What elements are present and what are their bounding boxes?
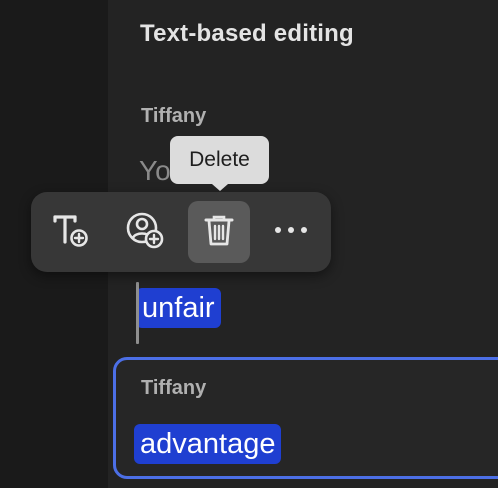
delete-button[interactable] bbox=[188, 201, 250, 263]
delete-tooltip: Delete bbox=[170, 136, 269, 184]
speaker-name[interactable]: Tiffany bbox=[141, 377, 206, 400]
more-options-button[interactable] bbox=[260, 201, 322, 263]
selected-word[interactable]: unfair bbox=[136, 288, 221, 328]
add-text-icon bbox=[51, 210, 91, 255]
text-cursor bbox=[136, 282, 139, 344]
transcript-text[interactable]: Yo bbox=[139, 155, 171, 187]
add-speaker-button[interactable] bbox=[114, 201, 176, 263]
add-text-button[interactable] bbox=[40, 201, 102, 263]
panel-title: Text-based editing bbox=[140, 20, 354, 47]
floating-toolbar bbox=[31, 192, 331, 272]
selected-word[interactable]: advantage bbox=[134, 424, 282, 464]
more-icon bbox=[273, 223, 309, 241]
app-window: Text-based editing Tiffany Yo unfair Tif… bbox=[0, 0, 498, 488]
trash-icon bbox=[201, 212, 237, 253]
tooltip-tail bbox=[212, 184, 228, 191]
speaker-name[interactable]: Tiffany bbox=[141, 105, 206, 128]
add-speaker-icon bbox=[125, 210, 165, 255]
